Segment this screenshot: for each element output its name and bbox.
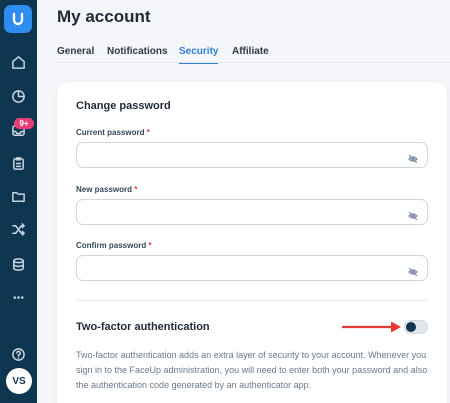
home-icon[interactable] xyxy=(9,53,27,71)
help-icon[interactable] xyxy=(9,345,27,363)
brand-logo-glyph xyxy=(12,12,24,26)
confirm-password-label: Confirm password * xyxy=(76,241,152,250)
pie-chart-icon[interactable] xyxy=(9,87,27,105)
tab-general[interactable]: General xyxy=(57,46,94,62)
more-horizontal-icon[interactable] xyxy=(9,288,27,306)
avatar[interactable]: VS xyxy=(6,368,32,394)
database-icon[interactable] xyxy=(9,255,27,273)
brand-logo-icon[interactable] xyxy=(4,5,32,33)
confirm-password-label-text: Confirm password xyxy=(76,241,147,250)
shuffle-icon[interactable] xyxy=(9,220,27,238)
page-title: My account xyxy=(57,7,151,26)
eye-off-icon[interactable] xyxy=(408,151,418,164)
eye-off-icon[interactable] xyxy=(408,208,418,221)
tabs-divider xyxy=(57,62,450,63)
two-factor-title: Two-factor authentication xyxy=(76,321,210,333)
new-password-input[interactable] xyxy=(76,199,428,225)
two-factor-toggle[interactable] xyxy=(404,320,428,334)
eye-off-icon[interactable] xyxy=(408,264,418,277)
new-password-label: New password * xyxy=(76,185,137,194)
new-password-label-text: New password xyxy=(76,185,133,194)
required-mark: * xyxy=(148,241,152,250)
required-mark: * xyxy=(134,185,138,194)
current-password-label: Current password * xyxy=(76,128,150,137)
clipboard-icon[interactable] xyxy=(9,154,27,172)
tab-notifications[interactable]: Notifications xyxy=(107,46,168,62)
folder-icon[interactable] xyxy=(9,187,27,205)
tab-affiliate[interactable]: Affiliate xyxy=(232,46,269,62)
current-password-input[interactable] xyxy=(76,142,428,168)
security-card: Change password Current password * New p… xyxy=(57,82,447,403)
sidebar: 9+ VS xyxy=(0,0,37,403)
required-mark: * xyxy=(146,128,150,137)
two-factor-description: Two-factor authentication adds an extra … xyxy=(76,350,428,390)
current-password-label-text: Current password xyxy=(76,128,145,137)
toggle-knob xyxy=(406,322,416,332)
section-divider xyxy=(76,300,428,301)
change-password-title: Change password xyxy=(76,100,171,112)
confirm-password-input[interactable] xyxy=(76,255,428,281)
annotation-arrow-icon xyxy=(342,321,401,333)
inbox-count-badge: 9+ xyxy=(14,118,34,129)
